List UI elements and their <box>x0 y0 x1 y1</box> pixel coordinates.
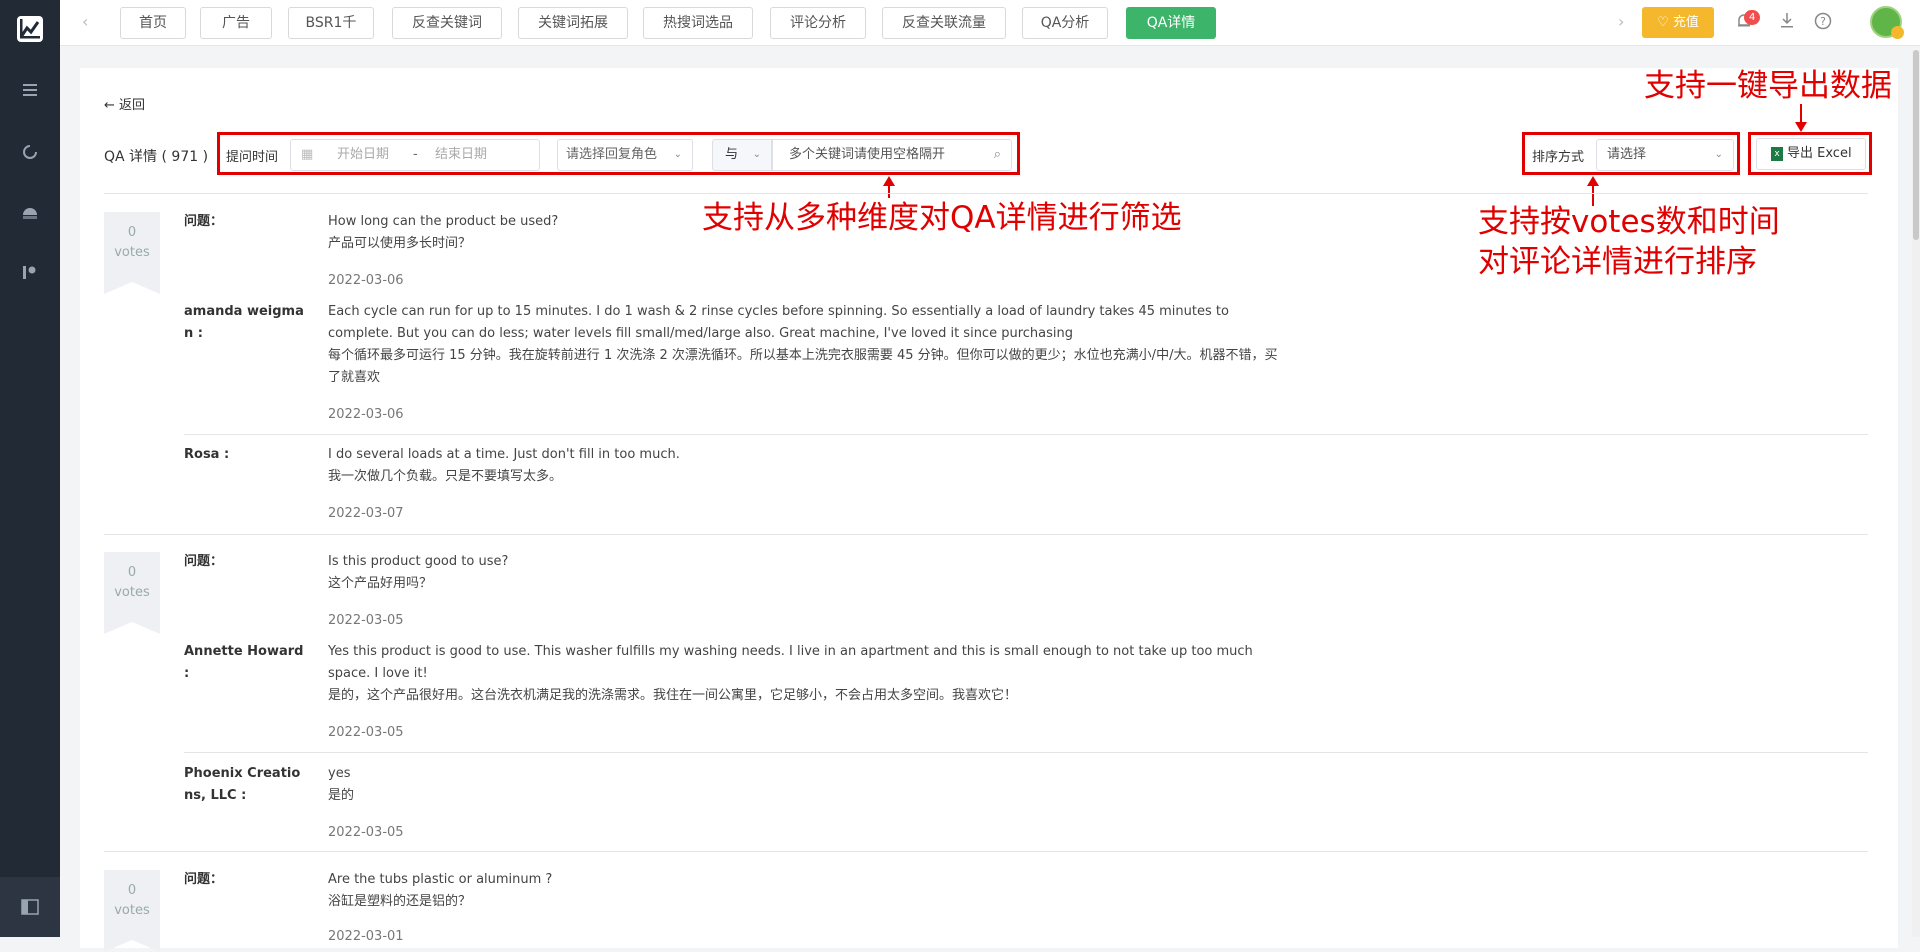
date-range-picker[interactable]: ▦ 开始日期 - 结束日期 <box>290 139 540 171</box>
annotation-arrow-filter <box>883 176 895 198</box>
reply-role-select[interactable]: 请选择回复角色 ⌄ <box>557 139 693 171</box>
vote-counter: 0 votes <box>104 870 160 952</box>
answer-text-cn: 我一次做几个负载。只是不要填写太多。 <box>328 469 563 484</box>
annotation-sort-line1: 支持按votes数和时间 <box>1478 204 1780 240</box>
chevron-down-icon: ⌄ <box>752 149 761 160</box>
chevron-down-icon: ⌄ <box>673 149 682 160</box>
answer-author: Rosa : <box>184 447 230 462</box>
tab-qa-analysis[interactable]: QA分析 <box>1022 7 1108 39</box>
date-separator: - <box>413 147 418 162</box>
excel-icon: x <box>1771 147 1783 161</box>
chevron-down-icon: ⌄ <box>1714 149 1723 160</box>
question-text-cn: 这个产品好用吗？ <box>328 576 433 591</box>
annotation-arrow-sort <box>1587 176 1599 206</box>
answer-date: 2022-03-07 <box>328 506 404 521</box>
tab-hot-search[interactable]: 热搜词选品 <box>643 7 753 39</box>
nav-prev-icon[interactable]: ‹ <box>82 12 88 31</box>
tab-related-traffic[interactable]: 反查关联流量 <box>882 7 1006 39</box>
divider <box>104 193 1868 194</box>
time-filter-label: 提问时间 <box>226 150 279 165</box>
chart-icon[interactable] <box>20 203 40 223</box>
question-text-cn: 浴缸是塑料的还是铝的？ <box>328 894 472 909</box>
end-date-input[interactable]: 结束日期 <box>435 140 487 170</box>
app-logo-icon[interactable] <box>17 16 43 42</box>
user-avatar[interactable] <box>1870 6 1904 39</box>
question-label: 问题： <box>184 554 224 569</box>
reply-role-placeholder: 请选择回复角色 <box>566 147 658 162</box>
logic-value: 与 <box>725 147 739 162</box>
tab-reverse-keyword[interactable]: 反查关键词 <box>392 7 502 39</box>
export-excel-button[interactable]: x 导出 Excel <box>1756 138 1866 170</box>
page-title: QA 详情 ( 971 ) <box>104 149 209 165</box>
nav-next-icon[interactable]: › <box>1618 12 1624 31</box>
question-label: 问题： <box>184 214 224 229</box>
help-icon[interactable]: ? <box>1813 12 1833 32</box>
sidebar <box>0 0 60 937</box>
page-scrollbar[interactable] <box>1912 50 1920 937</box>
tab-home[interactable]: 首页 <box>120 7 186 39</box>
question-text-en: How long can the product be used? <box>328 214 559 229</box>
answer-author: amanda weigman : <box>184 304 304 341</box>
annotation-sort-line2: 对评论详情进行排序 <box>1478 244 1757 280</box>
tab-bsr[interactable]: BSR1千 <box>288 7 374 39</box>
divider <box>184 752 1868 753</box>
answer-text-en: Each cycle can run for up to 15 minutes.… <box>328 304 1229 341</box>
sort-label: 排序方式 <box>1532 150 1585 165</box>
sort-select[interactable]: 请选择 ⌄ <box>1596 139 1734 171</box>
answer-author: Phoenix Creations, LLC : <box>184 766 301 803</box>
sort-placeholder: 请选择 <box>1607 147 1647 162</box>
vote-counter: 0 votes <box>104 212 160 294</box>
diamond-icon: ♡ <box>1657 15 1673 30</box>
calendar-icon: ▦ <box>301 147 314 162</box>
collapse-icon <box>21 899 39 915</box>
tools-icon[interactable] <box>20 262 40 282</box>
answer-author: Annette Howard : <box>184 644 304 681</box>
annotation-export: 支持一键导出数据 <box>1644 68 1892 104</box>
question-date: 2022-03-06 <box>328 273 404 288</box>
answer-date: 2022-03-05 <box>328 825 404 840</box>
tab-keyword-expand[interactable]: 关键词拓展 <box>518 7 628 39</box>
question-text-en: Are the tubs plastic or aluminum ? <box>328 872 553 887</box>
keyword-placeholder: 多个关键词请使用空格隔开 <box>789 147 946 162</box>
tab-review-analysis[interactable]: 评论分析 <box>770 7 866 39</box>
question-text-en: Is this product good to use? <box>328 554 509 569</box>
annotation-arrow-export <box>1795 104 1807 132</box>
tab-ads[interactable]: 广告 <box>200 7 272 39</box>
export-label: 导出 Excel <box>1787 146 1852 161</box>
download-icon[interactable] <box>1777 12 1797 32</box>
answer-text-en: Yes this product is good to use. This wa… <box>328 644 1253 681</box>
menu-icon[interactable] <box>20 80 40 100</box>
arrow-left-icon: ← <box>104 98 120 113</box>
svg-text:?: ? <box>1820 15 1826 28</box>
answer-text-cn: 是的 <box>328 788 355 803</box>
top-nav-bar: ‹ 首页 广告 BSR1千 反查关键词 关键词拓展 热搜词选品 评论分析 反查关… <box>60 0 1920 46</box>
vote-counter: 0 votes <box>104 552 160 634</box>
start-date-input[interactable]: 开始日期 <box>337 140 389 170</box>
answer-date: 2022-03-06 <box>328 407 404 422</box>
logic-select[interactable]: 与 ⌄ <box>712 139 772 171</box>
answer-text-en: I do several loads at a time. Just don't… <box>328 447 680 462</box>
refresh-icon[interactable] <box>20 142 40 162</box>
question-date: 2022-03-05 <box>328 613 404 628</box>
collapse-sidebar-button[interactable] <box>0 877 60 937</box>
divider <box>104 851 1868 852</box>
answer-date: 2022-03-05 <box>328 725 404 740</box>
vip-badge-icon <box>1891 26 1904 39</box>
answer-text-en: yes <box>328 766 351 781</box>
divider <box>184 434 1868 435</box>
divider <box>104 534 1868 535</box>
search-icon[interactable]: ⌕ <box>994 140 1001 170</box>
recharge-button[interactable]: ♡ 充值 <box>1642 7 1714 38</box>
answer-text-cn: 每个循环最多可运行 15 分钟。我在旋转前进行 1 次洗涤 2 次漂洗循环。所以… <box>328 348 1278 385</box>
question-label: 问题： <box>184 872 224 887</box>
question-text-cn: 产品可以使用多长时间？ <box>328 236 472 251</box>
answer-text-cn: 是的，这个产品很好用。这台洗衣机满足我的洗涤需求。我住在一间公寓里，它足够小，不… <box>328 688 1018 703</box>
tab-qa-detail[interactable]: QA详情 <box>1126 7 1216 39</box>
back-link[interactable]: ← 返回 <box>104 94 145 113</box>
scrollbar-thumb[interactable] <box>1913 50 1919 240</box>
keyword-search-input[interactable]: 多个关键词请使用空格隔开 ⌕ <box>772 139 1012 171</box>
